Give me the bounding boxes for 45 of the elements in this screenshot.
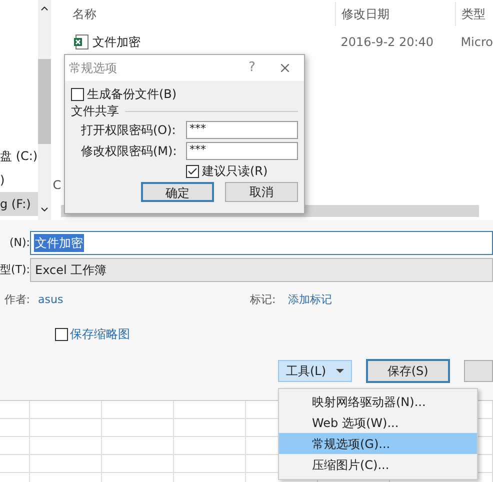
dialog-title: 常规选项 bbox=[69, 60, 118, 77]
caret-icon bbox=[336, 369, 344, 373]
author-label: 作者: bbox=[3, 292, 30, 308]
drive-item[interactable]: 盘 (C:) bbox=[0, 144, 38, 168]
filename-label: (N): bbox=[8, 234, 30, 251]
tags-label: 标记: bbox=[250, 292, 277, 308]
backup-label: 生成备份文件(B) bbox=[87, 86, 177, 103]
tools-button[interactable]: 工具(L) bbox=[278, 360, 352, 382]
close-icon[interactable] bbox=[278, 61, 292, 75]
password-label: 打开权限密码(O): bbox=[81, 122, 177, 138]
author-value[interactable]: asus bbox=[38, 292, 250, 308]
drive-item[interactable]: g (F:) bbox=[0, 192, 38, 216]
filename-value: 文件加密 bbox=[34, 234, 84, 252]
read-only-checkbox[interactable] bbox=[186, 164, 199, 178]
section-heading: 文件共享 bbox=[71, 103, 119, 120]
scrollbar[interactable] bbox=[38, 0, 51, 220]
partial-text: C bbox=[52, 177, 62, 194]
menu-item[interactable]: Web 选项(W)... bbox=[279, 412, 477, 433]
drive-item[interactable]: ) bbox=[0, 168, 38, 192]
tags-link[interactable]: 添加标记 bbox=[288, 292, 332, 308]
help-button[interactable]: ? bbox=[242, 58, 262, 78]
menu-item[interactable]: 映射网络驱动器(N)... bbox=[279, 391, 477, 412]
dialog-button[interactable]: 确定 bbox=[141, 182, 214, 202]
spreadsheet-file-icon bbox=[72, 34, 89, 50]
column-header[interactable]: 名称 bbox=[72, 5, 335, 23]
filename-field[interactable]: 文件加密 bbox=[30, 231, 493, 255]
menu-item[interactable]: 常规选项(G)... bbox=[279, 433, 477, 454]
save-button[interactable]: 保存(S) bbox=[366, 359, 450, 383]
file-name[interactable]: 文件加密 bbox=[92, 33, 335, 51]
thumbnail-checkbox[interactable] bbox=[55, 328, 68, 340]
dialog-button[interactable]: 取消 bbox=[225, 182, 298, 202]
filetype-dropdown[interactable]: Excel 工作簿 bbox=[30, 258, 493, 282]
file-type: Micro bbox=[460, 34, 493, 51]
password-field[interactable]: *** bbox=[186, 120, 298, 138]
column-header[interactable]: 类型 bbox=[454, 2, 486, 26]
scrollbar-thumb[interactable] bbox=[38, 59, 51, 144]
column-header[interactable]: 修改日期 bbox=[334, 2, 455, 26]
filetype-label: 型(T): bbox=[0, 262, 30, 278]
thumbnail-label: 保存缩略图 bbox=[70, 326, 130, 343]
menu-item[interactable]: 压缩图片(C)... bbox=[279, 454, 477, 475]
read-only-label: 建议只读(R) bbox=[202, 163, 268, 180]
backup-checkbox[interactable] bbox=[71, 88, 84, 100]
password-label: 修改权限密码(M): bbox=[81, 142, 178, 160]
file-date: 2016-9-2 20:40 bbox=[340, 34, 435, 51]
password-field[interactable]: *** bbox=[186, 142, 298, 160]
